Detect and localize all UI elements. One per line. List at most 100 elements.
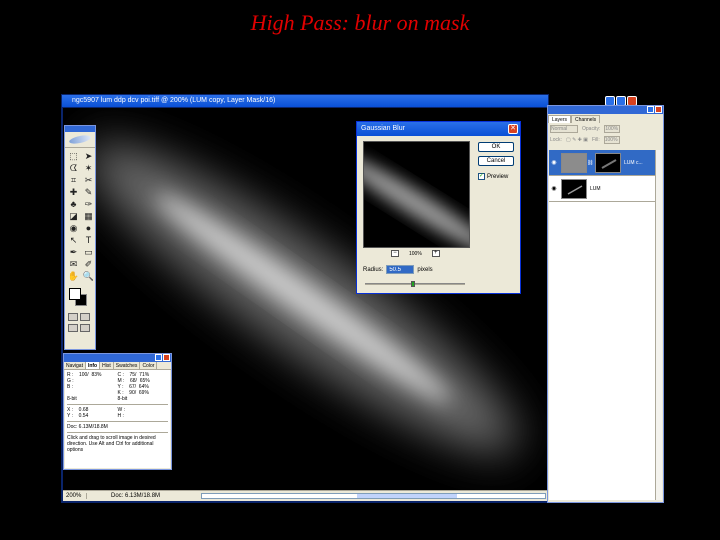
layers-palette-header[interactable]	[548, 106, 663, 114]
radius-slider[interactable]	[365, 281, 465, 287]
layer-thumbnail	[561, 178, 587, 199]
radius-input[interactable]	[386, 265, 415, 274]
eraser-tool-icon[interactable]: ◪	[67, 210, 80, 222]
info-palette-header[interactable]	[64, 354, 171, 362]
marquee-tool-icon[interactable]: ⬚	[67, 150, 80, 162]
magic-wand-tool-icon[interactable]: ✶	[82, 162, 95, 174]
radius-label: Radius:	[363, 266, 384, 273]
rgb-readout: R : 100/ 83% G : B :	[67, 372, 102, 390]
doc-size: Doc: 6.13M/18.8M	[111, 493, 161, 499]
gradient-tool-icon[interactable]: ▦	[82, 210, 95, 222]
type-tool-icon[interactable]: T	[82, 234, 95, 246]
photoshop-logo[interactable]	[65, 132, 95, 148]
zoom-level[interactable]: 200%	[63, 493, 87, 499]
tab-channels[interactable]: Channels	[571, 115, 601, 123]
close-icon[interactable]	[655, 106, 662, 113]
cmyk-readout: C : 75/ 71% M : 68/ 65% Y : 67/ 64% K : …	[117, 372, 150, 396]
checkmark-icon[interactable]: ✓	[478, 173, 485, 180]
pen-tool-icon[interactable]: ✒	[67, 246, 80, 258]
blend-mode-select[interactable]: Normal	[550, 124, 578, 133]
close-icon[interactable]	[163, 354, 170, 361]
close-icon[interactable]: ✕	[508, 124, 518, 134]
tab-color[interactable]: Color	[140, 362, 158, 369]
info-doc-size: Doc: 6.13M/18.8M	[67, 424, 108, 430]
foreground-color-swatch[interactable]	[69, 288, 81, 300]
info-help-text: Click and drag to scroll image in desire…	[67, 435, 156, 453]
dodge-tool-icon[interactable]: ●	[82, 222, 95, 234]
layers-tabs: Layers Channels	[548, 115, 663, 123]
layer-mask-thumbnail[interactable]	[595, 152, 621, 173]
blur-tool-icon[interactable]: ◉	[67, 222, 80, 234]
shape-tool-icon[interactable]: ▭	[82, 246, 95, 258]
eyedropper-tool-icon[interactable]: ✐	[82, 258, 95, 270]
tools-palette: ⬚ ➤ ᗧ ✶ ⌗ ✂ ✚ ✎ ♣ ✑ ◪ ▦ ◉ ● ↖ T ✒ ▭ ✉ ✐ ✋ 🔍	[64, 125, 96, 350]
opacity-input[interactable]: 100%	[604, 124, 621, 133]
document-titlebar[interactable]: ngc5907 lum ddp dcv poi.tiff @ 200% (LUM…	[62, 95, 548, 107]
cancel-button[interactable]: Cancel	[478, 156, 514, 166]
stamp-tool-icon[interactable]: ♣	[67, 198, 80, 210]
fill-input[interactable]: 100%	[603, 135, 620, 144]
mask-mode-row	[65, 313, 95, 321]
layer-name: LUM c...	[624, 159, 643, 166]
visibility-eye-icon[interactable]: ◉	[549, 159, 559, 166]
notes-tool-icon[interactable]: ✉	[67, 258, 80, 270]
minimize-icon[interactable]	[647, 106, 654, 113]
bit-depth-left: 8-bit	[67, 396, 77, 402]
visibility-eye-icon[interactable]: ◉	[549, 185, 559, 192]
layer-row-lum[interactable]: ◉ LUM	[549, 176, 655, 202]
standard-mode-icon[interactable]	[68, 313, 78, 321]
info-palette: Navigat Info Hist Swatches Color R : 100…	[63, 353, 172, 470]
layer-lock-options: Lock: ▢ ✎ ✚ ▣ Fill: 100%	[548, 134, 663, 145]
ok-button[interactable]: OK	[478, 142, 514, 152]
layer-row-lum-copy[interactable]: ◉ ⛓ LUM c...	[549, 150, 655, 176]
hand-tool-icon[interactable]: ✋	[67, 270, 80, 282]
feather-icon	[68, 133, 92, 146]
preview-zoom-percent: 100%	[409, 250, 422, 257]
heal-tool-icon[interactable]: ✚	[67, 186, 80, 198]
minimize-icon[interactable]	[155, 354, 162, 361]
info-body: R : 100/ 83% G : B : C : 75/ 71% M : 68/…	[65, 370, 170, 468]
preview-label: Preview	[487, 173, 509, 180]
preview-image	[364, 142, 469, 247]
color-swatches	[65, 286, 95, 310]
crop-tool-icon[interactable]: ⌗	[67, 174, 80, 186]
zoom-in-icon[interactable]: +	[431, 250, 440, 257]
lock-icons[interactable]: ▢ ✎ ✚ ▣	[566, 137, 588, 143]
tab-layers[interactable]: Layers	[548, 115, 572, 123]
opacity-label: Opacity:	[582, 125, 601, 132]
preview-checkbox[interactable]: ✓ Preview	[478, 173, 508, 180]
tab-info[interactable]: Info	[85, 362, 101, 369]
screen-mode-full-icon[interactable]	[80, 324, 90, 332]
lasso-tool-icon[interactable]: ᗧ	[67, 162, 80, 174]
history-brush-icon[interactable]: ✑	[82, 198, 95, 210]
move-tool-icon[interactable]: ➤	[82, 150, 95, 162]
zoom-out-icon[interactable]: −	[391, 250, 399, 257]
gaussian-blur-dialog: Gaussian Blur ✕ OK Cancel ✓ Preview − 10…	[356, 121, 521, 294]
xy-readout: X : 0.68 Y : 0.54	[67, 407, 89, 419]
layer-thumbnail	[561, 152, 587, 173]
preview-zoom-controls: − 100% +	[391, 250, 440, 257]
slider-knob[interactable]	[411, 281, 415, 287]
scroll-thumb[interactable]	[357, 494, 457, 498]
brush-tool-icon[interactable]: ✎	[82, 186, 95, 198]
dialog-title: Gaussian Blur	[361, 125, 405, 132]
info-tabs: Navigat Info Hist Swatches Color	[64, 362, 171, 370]
wh-readout: W : H :	[117, 407, 126, 419]
layer-options: Normal Opacity: 100%	[548, 123, 663, 134]
quickmask-mode-icon[interactable]	[80, 313, 90, 321]
slice-tool-icon[interactable]: ✂	[82, 174, 95, 186]
tool-grid: ⬚ ➤ ᗧ ✶ ⌗ ✂ ✚ ✎ ♣ ✑ ◪ ▦ ◉ ● ↖ T ✒ ▭ ✉ ✐ ✋ 🔍	[65, 148, 95, 282]
tab-history[interactable]: Hist	[100, 362, 114, 369]
link-chain-icon[interactable]: ⛓	[587, 160, 593, 166]
fill-label: Fill:	[591, 136, 600, 143]
horizontal-scrollbar[interactable]	[201, 493, 546, 499]
tab-navigator[interactable]: Navigat	[64, 362, 86, 369]
tab-swatches[interactable]: Swatches	[114, 362, 141, 369]
zoom-tool-icon[interactable]: 🔍	[82, 270, 95, 282]
blur-preview[interactable]	[363, 141, 470, 248]
path-select-tool-icon[interactable]: ↖	[67, 234, 80, 246]
layers-scrollbar[interactable]	[655, 150, 662, 500]
screen-mode-standard-icon[interactable]	[68, 324, 78, 332]
document-title: ngc5907 lum ddp dcv poi.tiff @ 200% (LUM…	[72, 97, 276, 104]
dialog-titlebar[interactable]: Gaussian Blur ✕	[357, 122, 520, 136]
